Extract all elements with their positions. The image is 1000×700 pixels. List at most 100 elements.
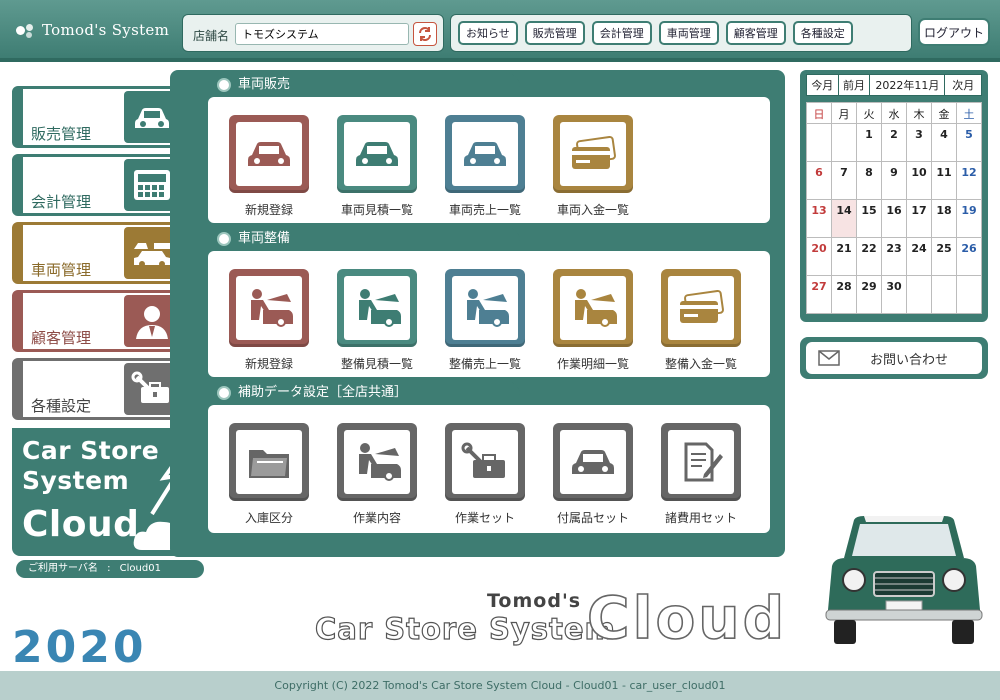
sidemenu-customer[interactable]: 顧客管理: [12, 290, 184, 352]
calendar-week-row: 6 7 8 9 10 11 12: [806, 161, 982, 200]
folder-icon: [249, 450, 289, 478]
calendar-weekday: 火: [856, 102, 882, 124]
nav-customer-button[interactable]: 顧客管理: [725, 21, 786, 45]
calendar-day[interactable]: 29: [856, 275, 882, 314]
app-logo[interactable]: Tomod's System: [14, 20, 169, 40]
contact-button[interactable]: お問い合わせ: [806, 342, 982, 374]
calendar-day[interactable]: 19: [956, 199, 982, 238]
store-selector: 店舗名: [182, 14, 444, 52]
nav-sales-button[interactable]: 販売管理: [524, 21, 585, 45]
refresh-store-button[interactable]: [413, 22, 437, 46]
tile-work-set[interactable]: 作業セット: [438, 423, 532, 526]
tile-caption: 新規登録: [244, 357, 293, 371]
calendar-day[interactable]: 18: [931, 199, 957, 238]
sidemenu-settings-label: 各種設定: [31, 397, 92, 415]
tile-maintenance-payment-list[interactable]: 整備入金一覧: [654, 269, 748, 372]
calendar-day[interactable]: 9: [881, 161, 907, 200]
logout-button[interactable]: ログアウト: [918, 18, 990, 46]
product-logo-cloud: Cloud: [586, 583, 788, 653]
tile-vehicle-sales-list[interactable]: 車両売上一覧: [438, 115, 532, 218]
calendar-day[interactable]: 11: [931, 161, 957, 200]
calendar-day[interactable]: 4: [931, 123, 957, 162]
sidemenu-settings[interactable]: 各種設定: [12, 358, 184, 420]
calendar-day[interactable]: 17: [906, 199, 932, 238]
calendar-day[interactable]: 13: [806, 199, 832, 238]
section-sales: 新規登録 車両見積一覧 車両売上一覧 車両入金一覧: [208, 97, 770, 223]
envelope-icon: [818, 350, 840, 366]
server-separator: :: [107, 563, 111, 574]
section-title-maintenance: 車両整備: [210, 227, 520, 251]
section-title-sales: 車両販売: [210, 73, 520, 97]
credit-card-icon: [572, 135, 616, 169]
tile-caption: 作業内容: [352, 511, 401, 525]
tile-maintenance-sales-list[interactable]: 整備売上一覧: [438, 269, 532, 372]
sidemenu-sales-label: 販売管理: [31, 125, 92, 143]
tile-expense-set[interactable]: 諸費用セット: [654, 423, 748, 526]
store-name-input[interactable]: [235, 23, 409, 45]
menu-accent-bar: [15, 157, 23, 213]
sidemenu-accounting[interactable]: 会計管理: [12, 154, 184, 216]
tile-caption: 車両入金一覧: [556, 203, 629, 217]
tile-entry-category[interactable]: 入庫区分: [222, 423, 316, 526]
calendar-day[interactable]: 12: [956, 161, 982, 200]
tile-caption: 作業明細一覧: [556, 357, 629, 371]
calendar-day[interactable]: 28: [831, 275, 857, 314]
section-bullet-icon: [217, 78, 231, 92]
calendar-day[interactable]: 5: [956, 123, 982, 162]
calendar-day[interactable]: 14: [831, 199, 857, 238]
calendar-day[interactable]: 1: [856, 123, 882, 162]
tile-work-detail-list[interactable]: 作業明細一覧: [546, 269, 640, 372]
tile-vehicle-estimate-list[interactable]: 車両見積一覧: [330, 115, 424, 218]
top-header: Tomod's System 店舗名 お知らせ 販売管理 会計管理 車両管理 顧…: [0, 0, 1000, 62]
calendar-day[interactable]: 3: [906, 123, 932, 162]
menu-accent-bar: [15, 225, 23, 281]
calendar-day[interactable]: 24: [906, 237, 932, 276]
calendar-day[interactable]: 16: [881, 199, 907, 238]
product-logo: Tomod's Car Store System Cloud: [314, 583, 790, 654]
tile-maintenance-estimate-list[interactable]: 整備見積一覧: [330, 269, 424, 372]
product-logo-name: Car Store System: [314, 611, 616, 646]
tile-accessory-set[interactable]: 付属品セット: [546, 423, 640, 526]
section-bullet-icon: [217, 386, 231, 400]
calendar-day[interactable]: 30: [881, 275, 907, 314]
calendar-weekday: 木: [906, 102, 932, 124]
tile-work-content[interactable]: 作業内容: [330, 423, 424, 526]
calendar-day[interactable]: 2: [881, 123, 907, 162]
tile-maintenance-new[interactable]: 新規登録: [222, 269, 316, 372]
sidemenu-vehicle[interactable]: 車両管理: [12, 222, 184, 284]
calendar-weekday: 土: [956, 102, 982, 124]
mechanic-icon: [359, 443, 401, 481]
nav-settings-button[interactable]: 各種設定: [792, 21, 853, 45]
calendar-next-month-button[interactable]: 次月: [945, 75, 981, 95]
tile-caption: 整備売上一覧: [448, 357, 521, 371]
tile-new-registration[interactable]: 新規登録: [222, 115, 316, 218]
section-title-maintenance-text: 車両整備: [238, 231, 291, 246]
calendar-day[interactable]: 15: [856, 199, 882, 238]
mechanic-icon: [359, 289, 401, 327]
calendar-day[interactable]: 7: [831, 161, 857, 200]
calendar-week-row: 20 21 22 23 24 25 26: [806, 237, 982, 276]
calendar-day[interactable]: 27: [806, 275, 832, 314]
calendar-day[interactable]: 23: [881, 237, 907, 276]
tile-vehicle-payment-list[interactable]: 車両入金一覧: [546, 115, 640, 218]
nav-news-button[interactable]: お知らせ: [458, 21, 518, 45]
section-title-aux-text: 補助データ設定［全店共通］: [238, 385, 408, 400]
calendar-nav: 今月 前月 2022年11月 次月: [806, 74, 982, 96]
calendar-day[interactable]: 10: [906, 161, 932, 200]
calendar-day[interactable]: 21: [831, 237, 857, 276]
calendar-day[interactable]: 8: [856, 161, 882, 200]
calendar-day[interactable]: 26: [956, 237, 982, 276]
calendar-day[interactable]: 20: [806, 237, 832, 276]
calendar-weekday: 金: [931, 102, 957, 124]
calendar-this-month-button[interactable]: 今月: [807, 75, 839, 95]
calendar-grid: 日月火水木金土 1 2 3 4 5 6 7 8 9 10 11 12 13 14 15 16 17 18 19 20 21…: [806, 102, 982, 314]
calendar-day[interactable]: 22: [856, 237, 882, 276]
tile-caption: 整備入金一覧: [664, 357, 737, 371]
mini-car-illustration: [825, 516, 983, 644]
calendar-empty-cell: [956, 275, 982, 314]
nav-vehicle-button[interactable]: 車両管理: [658, 21, 719, 45]
calendar-prev-month-button[interactable]: 前月: [839, 75, 871, 95]
calendar-day[interactable]: 6: [806, 161, 832, 200]
nav-accounting-button[interactable]: 会計管理: [591, 21, 652, 45]
calendar-day[interactable]: 25: [931, 237, 957, 276]
